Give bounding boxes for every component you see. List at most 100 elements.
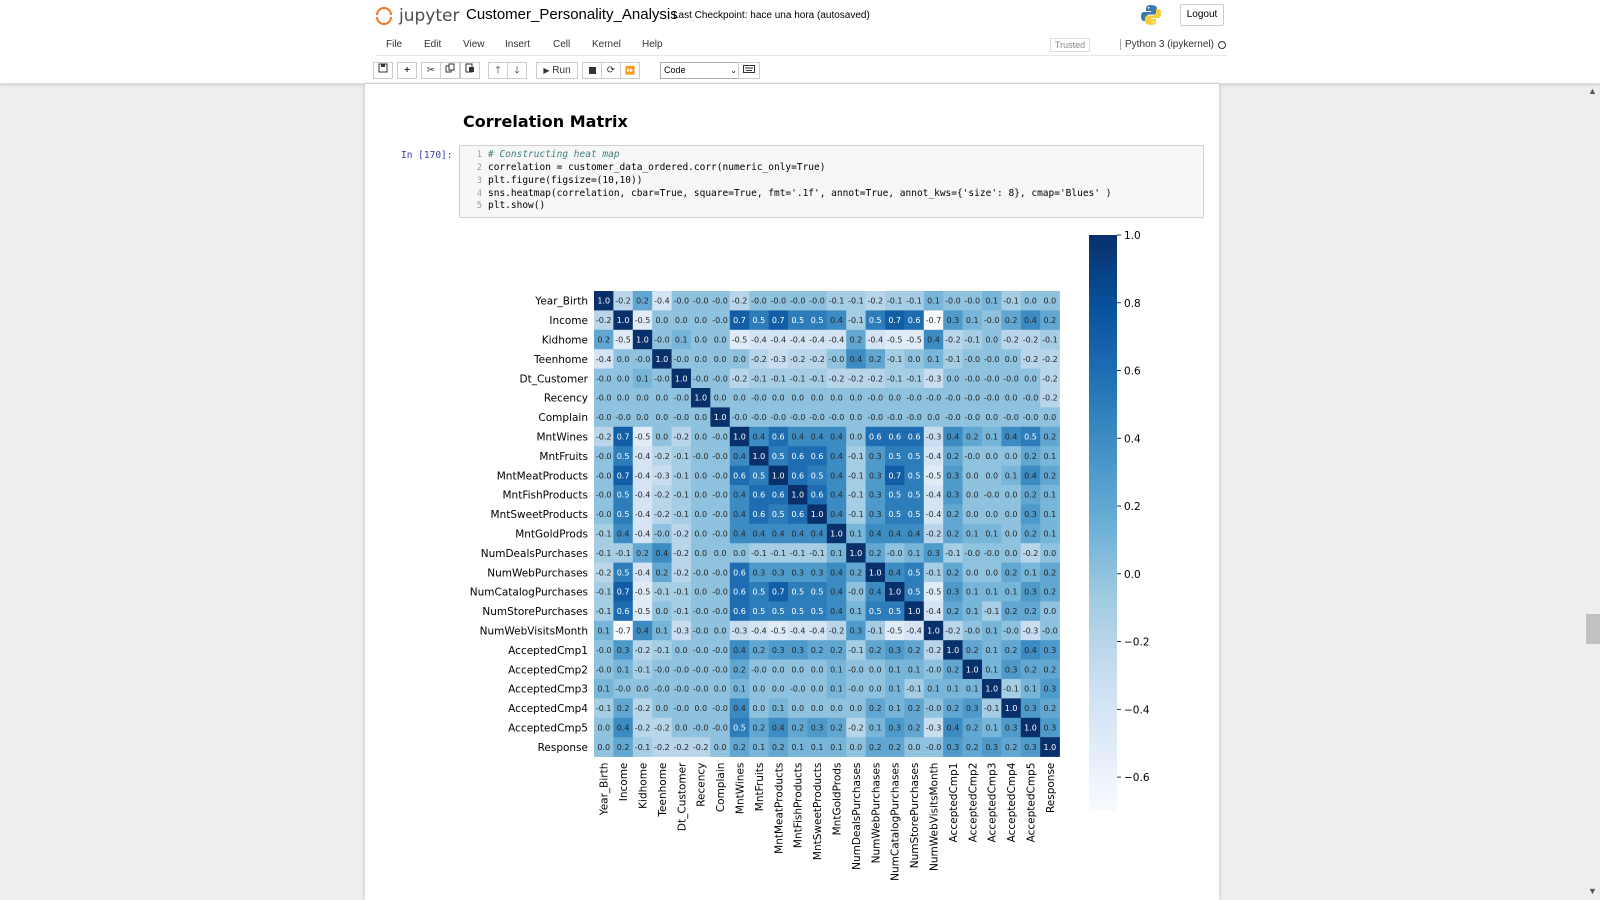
cell-annotation: -0.1 xyxy=(945,549,961,558)
cell-annotation: -0.1 xyxy=(790,374,806,383)
autosave-status: (autosaved) xyxy=(817,10,870,21)
cell-annotation: -0.4 xyxy=(635,568,651,577)
save-button[interactable] xyxy=(373,62,393,79)
notebook-header: jupyter Customer_Personality_Analysis La… xyxy=(0,0,1600,84)
trusted-badge[interactable]: Trusted xyxy=(1050,38,1090,52)
menu-edit[interactable]: Edit xyxy=(424,39,441,50)
cell-annotation: -0.0 xyxy=(926,665,942,674)
cell-annotation: -0.0 xyxy=(867,394,883,403)
cell-annotation: 0.3 xyxy=(850,627,863,636)
cell-annotation: -0.0 xyxy=(596,471,612,480)
row-tick-label: MntFishProducts xyxy=(503,490,589,502)
cell-annotation: 0.0 xyxy=(694,491,707,500)
cell-annotation: -0.0 xyxy=(926,743,942,752)
cell-annotation: 0.4 xyxy=(830,433,843,442)
save-icon xyxy=(378,63,388,73)
scroll-down-icon[interactable]: ▼ xyxy=(1588,886,1597,896)
menu-file[interactable]: File xyxy=(386,39,402,50)
cell-annotation: 1.0 xyxy=(772,471,785,480)
cell-annotation: -0.2 xyxy=(1042,355,1058,364)
cell-annotation: 0.5 xyxy=(753,607,766,616)
logout-button[interactable]: Logout xyxy=(1180,4,1224,26)
cell-annotation: 0.1 xyxy=(636,374,649,383)
cell-annotation: -0.0 xyxy=(790,297,806,306)
cut-button[interactable]: ✂ xyxy=(421,62,441,79)
jupyter-logo-icon xyxy=(375,5,393,27)
run-button[interactable]: ▶ Run xyxy=(536,62,578,79)
cell-annotation: -0.2 xyxy=(654,724,670,733)
cell-annotation: 0.4 xyxy=(617,724,630,733)
cell-annotation: 0.0 xyxy=(656,413,669,422)
cell-annotation: 0.2 xyxy=(1005,743,1018,752)
cell-annotation: 0.2 xyxy=(617,704,630,713)
restart-icon: ⟳ xyxy=(606,65,616,76)
menu-help[interactable]: Help xyxy=(642,39,663,50)
scrollbar-thumb[interactable] xyxy=(1586,614,1600,644)
cell-annotation: 0.2 xyxy=(1044,665,1057,674)
cell-annotation: 0.7 xyxy=(772,588,785,597)
copy-button[interactable] xyxy=(440,62,460,79)
cell-annotation: -0.0 xyxy=(615,685,631,694)
cell-annotation: 1.0 xyxy=(694,394,707,403)
cell-annotation: -0.0 xyxy=(751,413,767,422)
cell-annotation: 0.1 xyxy=(617,665,630,674)
kernel-name[interactable]: Python 3 (ipykernel) xyxy=(1120,39,1214,50)
restart-button[interactable]: ⟳ xyxy=(601,62,621,79)
cell-annotation: 0.0 xyxy=(811,704,824,713)
cell-annotation: 0.6 xyxy=(811,491,824,500)
notebook-name[interactable]: Customer_Personality_Analysis xyxy=(466,6,678,23)
cell-annotation: 0.3 xyxy=(811,568,824,577)
cell-annotation: 0.0 xyxy=(656,704,669,713)
row-tick-label: NumWebPurchases xyxy=(487,567,588,579)
move-down-button[interactable]: 🡓 xyxy=(507,62,527,79)
column-tick-label: AcceptedCmp4 xyxy=(1006,762,1018,842)
menu-view[interactable]: View xyxy=(463,39,485,50)
cell-annotation: -0.4 xyxy=(654,297,670,306)
cell-annotation: 0.5 xyxy=(791,588,804,597)
cell-annotation: -0.2 xyxy=(635,646,651,655)
cell-annotation: -0.2 xyxy=(673,433,689,442)
cell-annotation: 0.4 xyxy=(811,530,824,539)
cell-annotation: -0.1 xyxy=(906,685,922,694)
menu-insert[interactable]: Insert xyxy=(505,39,530,50)
cell-annotation: -0.0 xyxy=(654,685,670,694)
cell-annotation: 0.1 xyxy=(985,627,998,636)
menu-cell[interactable]: Cell xyxy=(553,39,570,50)
cell-annotation: 0.3 xyxy=(869,471,882,480)
cell-annotation: 0.3 xyxy=(869,491,882,500)
cell-annotation: 0.1 xyxy=(850,530,863,539)
move-up-button[interactable]: 🡑 xyxy=(488,62,508,79)
cell-annotation: -0.1 xyxy=(751,374,767,383)
cell-type-select[interactable]: Code ⌄ xyxy=(660,62,742,79)
cell-annotation: 0.0 xyxy=(694,336,707,345)
colorbar-tick-label: 0.8 xyxy=(1124,298,1141,310)
cell-annotation: -0.0 xyxy=(829,355,845,364)
cell-annotation: 0.6 xyxy=(811,452,824,461)
paste-button[interactable] xyxy=(460,62,480,79)
cell-annotation: 0.5 xyxy=(617,452,630,461)
cell-annotation: 0.2 xyxy=(733,743,746,752)
cell-annotation: 0.0 xyxy=(636,685,649,694)
cell-annotation: 0.0 xyxy=(636,394,649,403)
restart-run-all-button[interactable]: ⏩ xyxy=(620,62,640,79)
interrupt-button[interactable] xyxy=(582,62,602,79)
cell-annotation: 0.4 xyxy=(830,491,843,500)
cell-annotation: 0.2 xyxy=(830,646,843,655)
cell-annotation: 0.2 xyxy=(908,704,921,713)
cell-annotation: 0.4 xyxy=(850,355,863,364)
vertical-scrollbar[interactable] xyxy=(1584,84,1600,900)
cell-annotation: 0.4 xyxy=(636,627,649,636)
cell-annotation: 0.3 xyxy=(617,646,630,655)
cell-type-value: Code xyxy=(664,65,686,75)
add-cell-button[interactable]: + xyxy=(397,62,417,79)
cell-annotation: -0.0 xyxy=(712,433,728,442)
command-palette-button[interactable] xyxy=(738,62,760,79)
cell-annotation: 0.1 xyxy=(733,685,746,694)
cell-annotation: 0.5 xyxy=(753,316,766,325)
cell-annotation: 0.4 xyxy=(830,568,843,577)
jupyter-logo[interactable]: jupyter xyxy=(375,5,459,27)
cell-annotation: 0.0 xyxy=(597,743,610,752)
scroll-up-icon[interactable]: ▲ xyxy=(1588,86,1597,96)
cell-annotation: -0.7 xyxy=(615,627,631,636)
menu-kernel[interactable]: Kernel xyxy=(592,39,621,50)
